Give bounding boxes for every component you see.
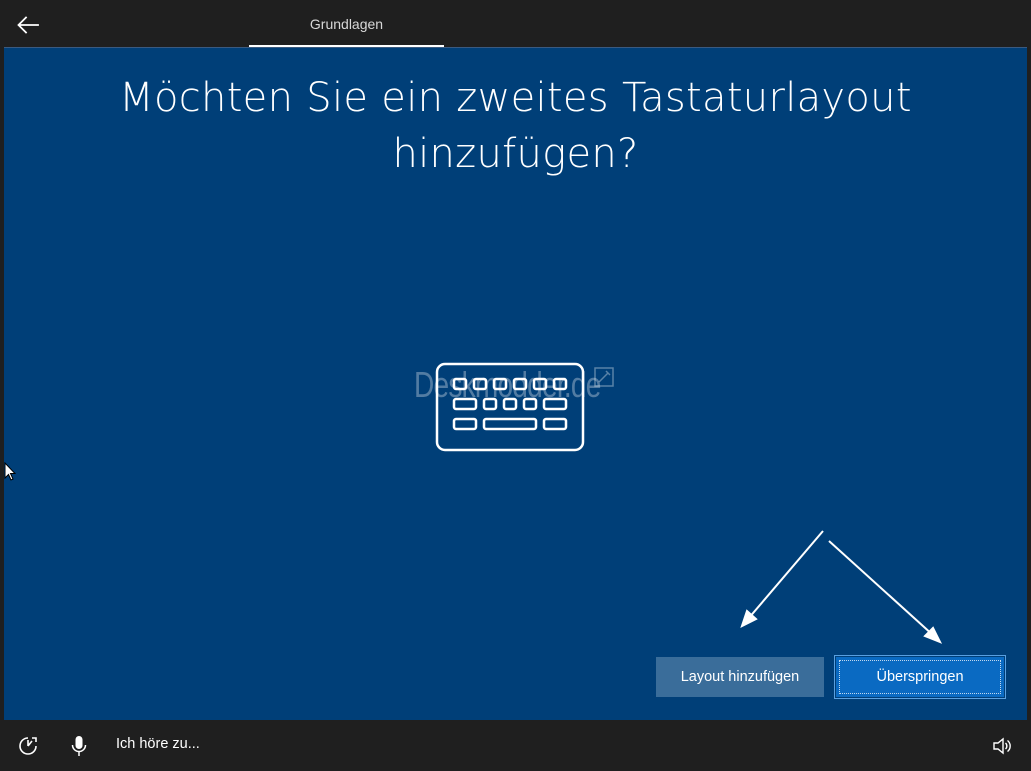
skip-button-label: Überspringen — [876, 669, 964, 685]
add-layout-button[interactable]: Layout hinzufügen — [656, 657, 824, 697]
top-bar: Grundlagen — [0, 0, 1031, 48]
oobe-window: Grundlagen Möchten Sie ein zweites Tasta… — [0, 0, 1031, 771]
arrow-left-icon — [17, 16, 39, 34]
page-title: Möchten Sie ein zweites Tastaturlayout h… — [4, 70, 1027, 182]
main-panel: Möchten Sie ein zweites Tastaturlayout h… — [4, 48, 1027, 720]
keyboard-icon — [435, 362, 585, 452]
tab-grundlagen: Grundlagen — [309, 15, 384, 32]
listening-status: Ich höre zu... — [116, 736, 200, 752]
mouse-cursor-icon — [4, 462, 16, 481]
page-title-line-1: Möchten Sie ein zweites Tastaturlayout — [119, 75, 912, 121]
watermark-pencil-icon — [594, 367, 614, 387]
ease-of-access-icon[interactable] — [17, 735, 39, 757]
microphone-icon[interactable] — [70, 735, 88, 757]
bottom-bar: Ich höre zu... — [0, 721, 1031, 771]
speaker-volume-icon[interactable] — [992, 736, 1012, 756]
page-title-line-2: hinzufügen? — [392, 131, 639, 177]
skip-button[interactable]: Überspringen — [834, 655, 1006, 699]
back-button[interactable] — [10, 8, 46, 42]
annotation-arrows — [740, 530, 943, 644]
